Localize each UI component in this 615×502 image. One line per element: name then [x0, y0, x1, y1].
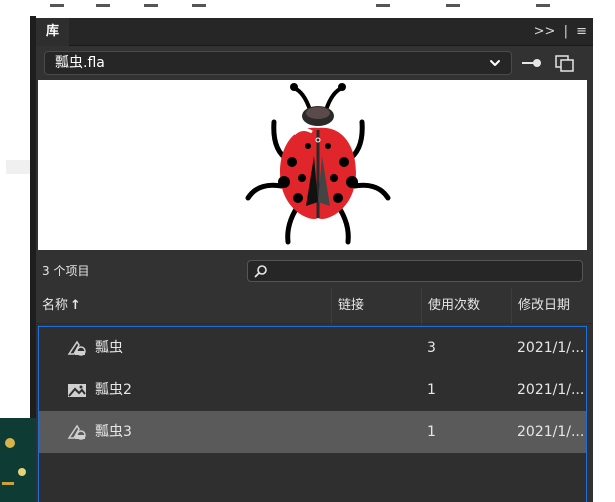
item-date-modified: 2021/1/... — [517, 340, 585, 356]
document-select[interactable]: 瓢虫.fla — [44, 51, 512, 75]
library-item[interactable]: 瓢虫2 1 2021/1/... — [39, 369, 586, 411]
library-search[interactable] — [247, 260, 583, 282]
library-info-row: 3 个项目 — [36, 250, 593, 288]
toolbar-icon[interactable] — [376, 4, 390, 18]
item-name: 瓢虫 — [95, 340, 123, 356]
symbol-preview — [38, 80, 587, 250]
library-item[interactable]: 瓢虫 3 2021/1/... — [39, 327, 586, 369]
library-item[interactable]: 瓢虫3 1 2021/1/... — [39, 411, 586, 453]
collapse-panel-button[interactable]: >> — [534, 24, 556, 39]
tab-library[interactable]: 库 — [36, 18, 70, 46]
column-header-use-count[interactable]: 使用次数 — [421, 288, 511, 324]
item-use-count: 1 — [427, 382, 436, 398]
movie-clip-icon — [68, 384, 86, 397]
controls-divider: | — [563, 24, 568, 39]
stage-edge-top — [0, 0, 36, 16]
document-select-value: 瓢虫.fla — [55, 55, 105, 71]
graphic-symbol-icon — [67, 424, 86, 440]
toolbar-icon[interactable] — [192, 4, 206, 18]
panel-controls: >> | ≡ — [530, 18, 587, 46]
stage-edge-handle — [6, 160, 30, 174]
column-header-name[interactable]: 名称 ↑ — [36, 288, 331, 324]
toolbar-icon[interactable] — [50, 4, 64, 18]
chevron-down-icon — [490, 60, 500, 66]
toolbar-icon[interactable] — [446, 4, 460, 18]
toolbar-icon[interactable] — [96, 4, 110, 18]
column-header-name-label: 名称 — [42, 298, 69, 313]
toolbar-icon[interactable] — [144, 4, 158, 18]
item-date-modified: 2021/1/... — [517, 382, 585, 398]
stage-edge — [0, 0, 36, 502]
ladybug-preview-image — [245, 83, 391, 245]
library-table-header: 名称 ↑ 链接 使用次数 修改日期 — [36, 288, 593, 324]
stage-artwork-fragment — [0, 418, 36, 502]
panel-header: 库 >> | ≡ — [36, 18, 593, 46]
library-panel: 库 >> | ≡ 瓢虫.fla 3 个项目 名称 ↑ 链接 使用次数 修改日期 … — [36, 18, 593, 502]
toolbar-icon[interactable] — [536, 4, 550, 18]
panel-menu-icon[interactable]: ≡ — [576, 24, 587, 39]
sort-ascending-icon: ↑ — [70, 298, 81, 313]
column-header-date-modified[interactable]: 修改日期 — [511, 288, 593, 324]
pin-icon[interactable] — [520, 55, 544, 71]
search-icon — [254, 265, 267, 278]
library-item-list[interactable]: 瓢虫 3 2021/1/... 瓢虫2 1 2021/1/... 瓢虫3 1 2… — [38, 326, 587, 502]
item-date-modified: 2021/1/... — [517, 424, 585, 440]
item-use-count: 1 — [427, 424, 436, 440]
item-count: 3 个项目 — [42, 264, 90, 278]
graphic-symbol-icon — [67, 340, 86, 356]
column-header-linkage[interactable]: 链接 — [331, 288, 421, 324]
item-name: 瓢虫3 — [95, 424, 132, 440]
new-library-panel-icon[interactable] — [554, 54, 576, 72]
document-row: 瓢虫.fla — [36, 46, 593, 80]
item-use-count: 3 — [427, 340, 436, 356]
top-toolbar — [36, 0, 593, 18]
search-input[interactable] — [274, 261, 574, 281]
item-name: 瓢虫2 — [95, 382, 132, 398]
